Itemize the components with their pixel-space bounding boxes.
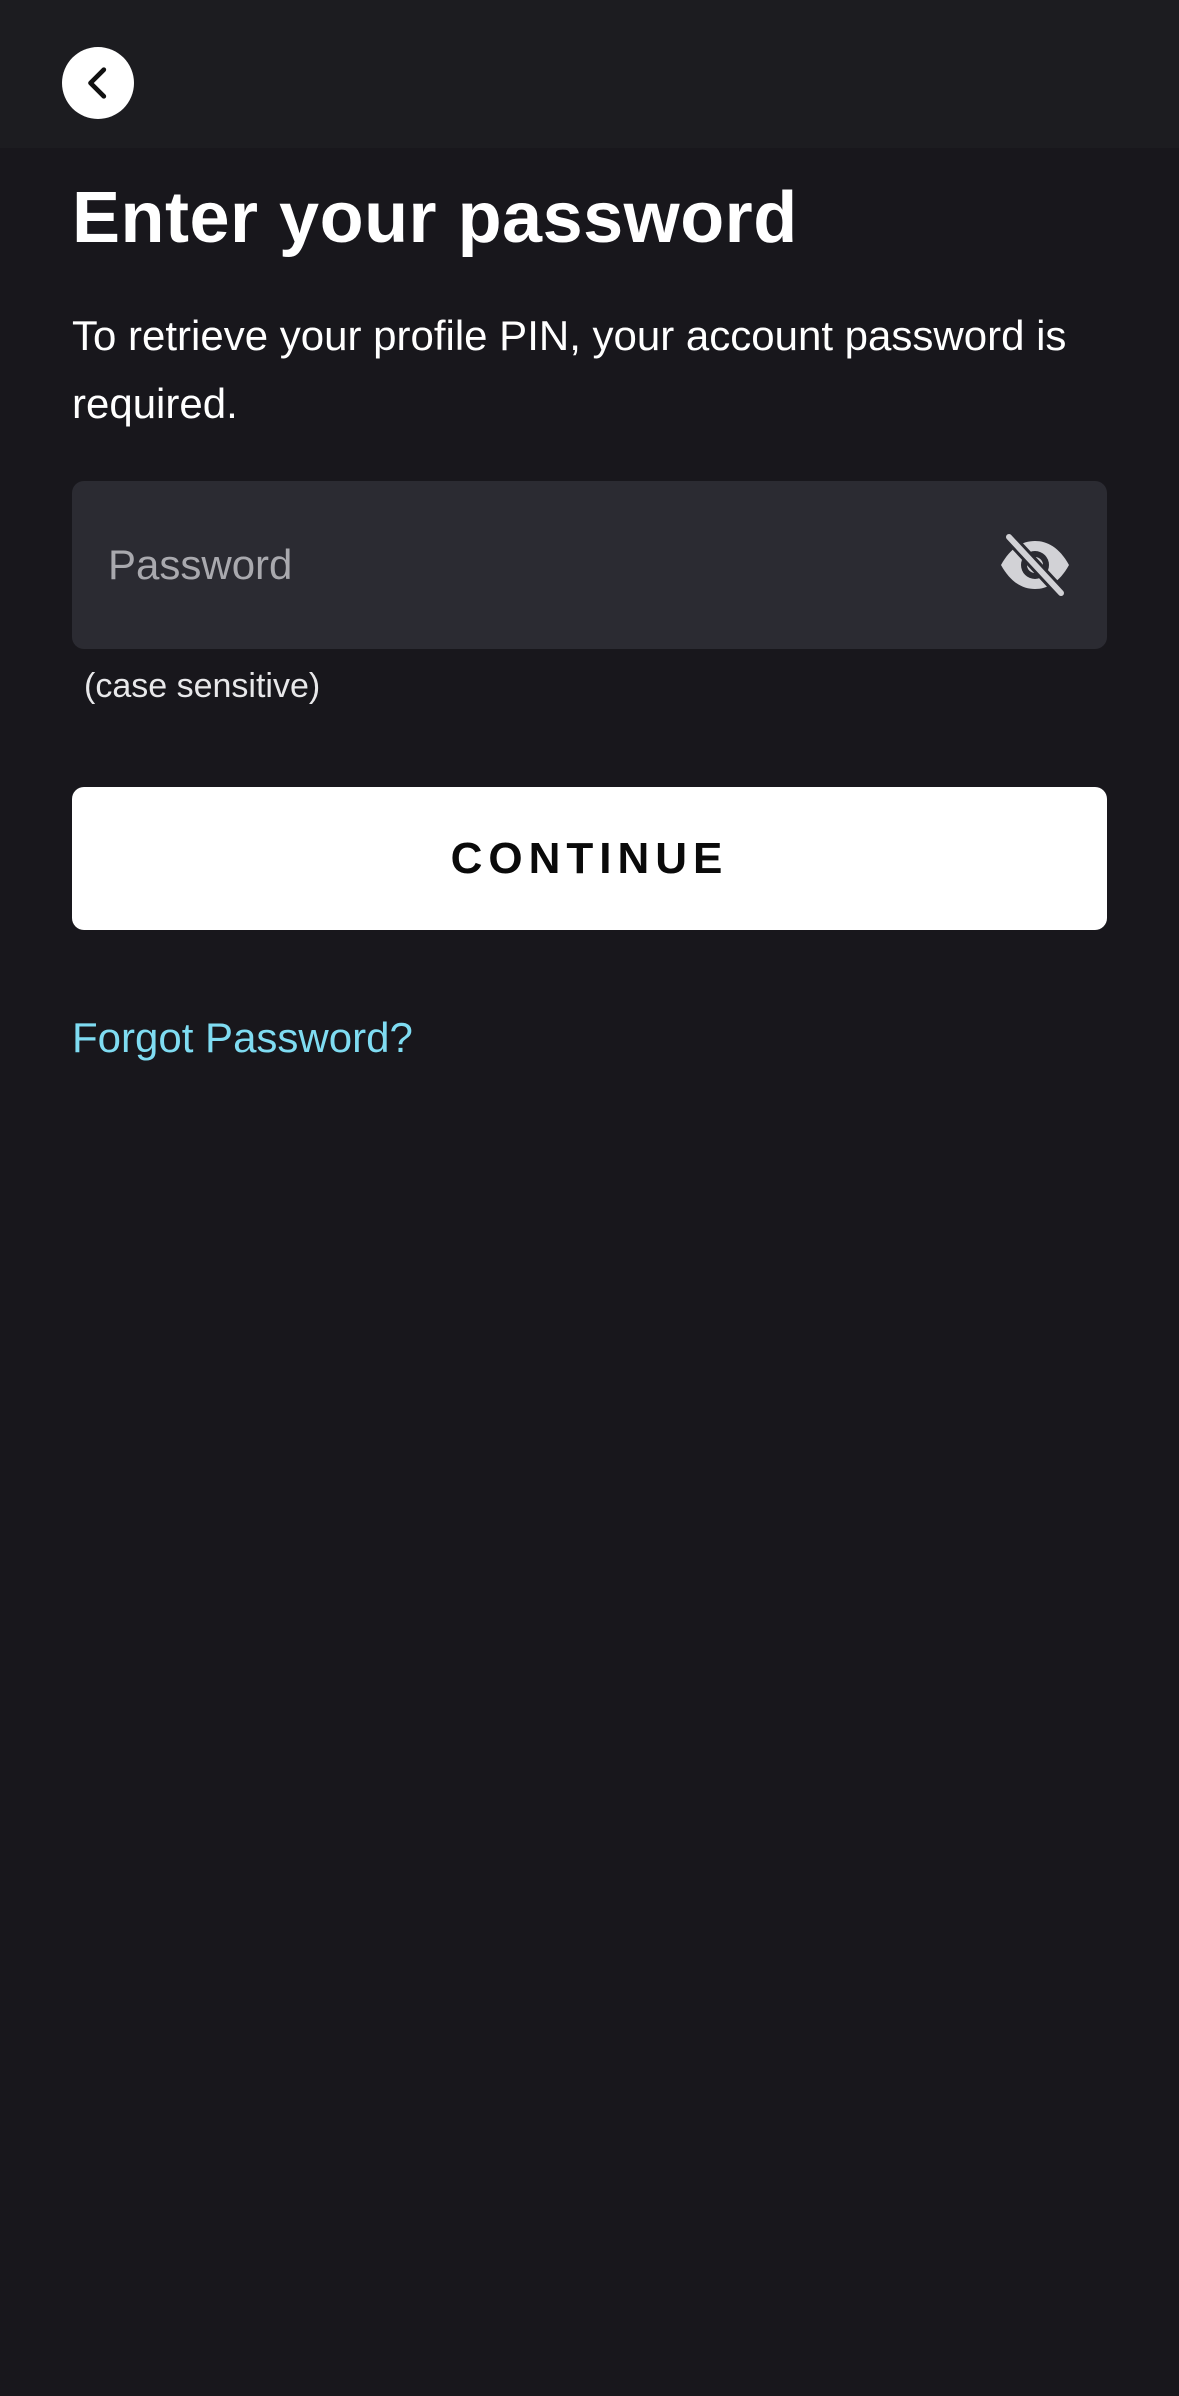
page-subtitle: To retrieve your profile PIN, your accou…	[72, 312, 1067, 427]
main-content: Enter your password To retrieve your pro…	[72, 170, 1107, 1061]
continue-button[interactable]: CONTINUE	[72, 787, 1107, 930]
password-screen: Enter your password To retrieve your pro…	[0, 0, 1179, 2396]
show-password-toggle[interactable]	[997, 533, 1073, 597]
case-sensitive-hint: (case sensitive)	[84, 667, 321, 705]
forgot-password-link[interactable]: Forgot Password?	[72, 1008, 413, 1068]
back-button[interactable]	[62, 47, 134, 119]
top-bar	[0, 0, 1179, 148]
password-input[interactable]	[108, 481, 988, 649]
chevron-left-icon	[78, 63, 118, 103]
password-field	[72, 481, 1107, 649]
page-title: Enter your password	[72, 178, 798, 258]
eye-off-icon	[997, 533, 1073, 597]
